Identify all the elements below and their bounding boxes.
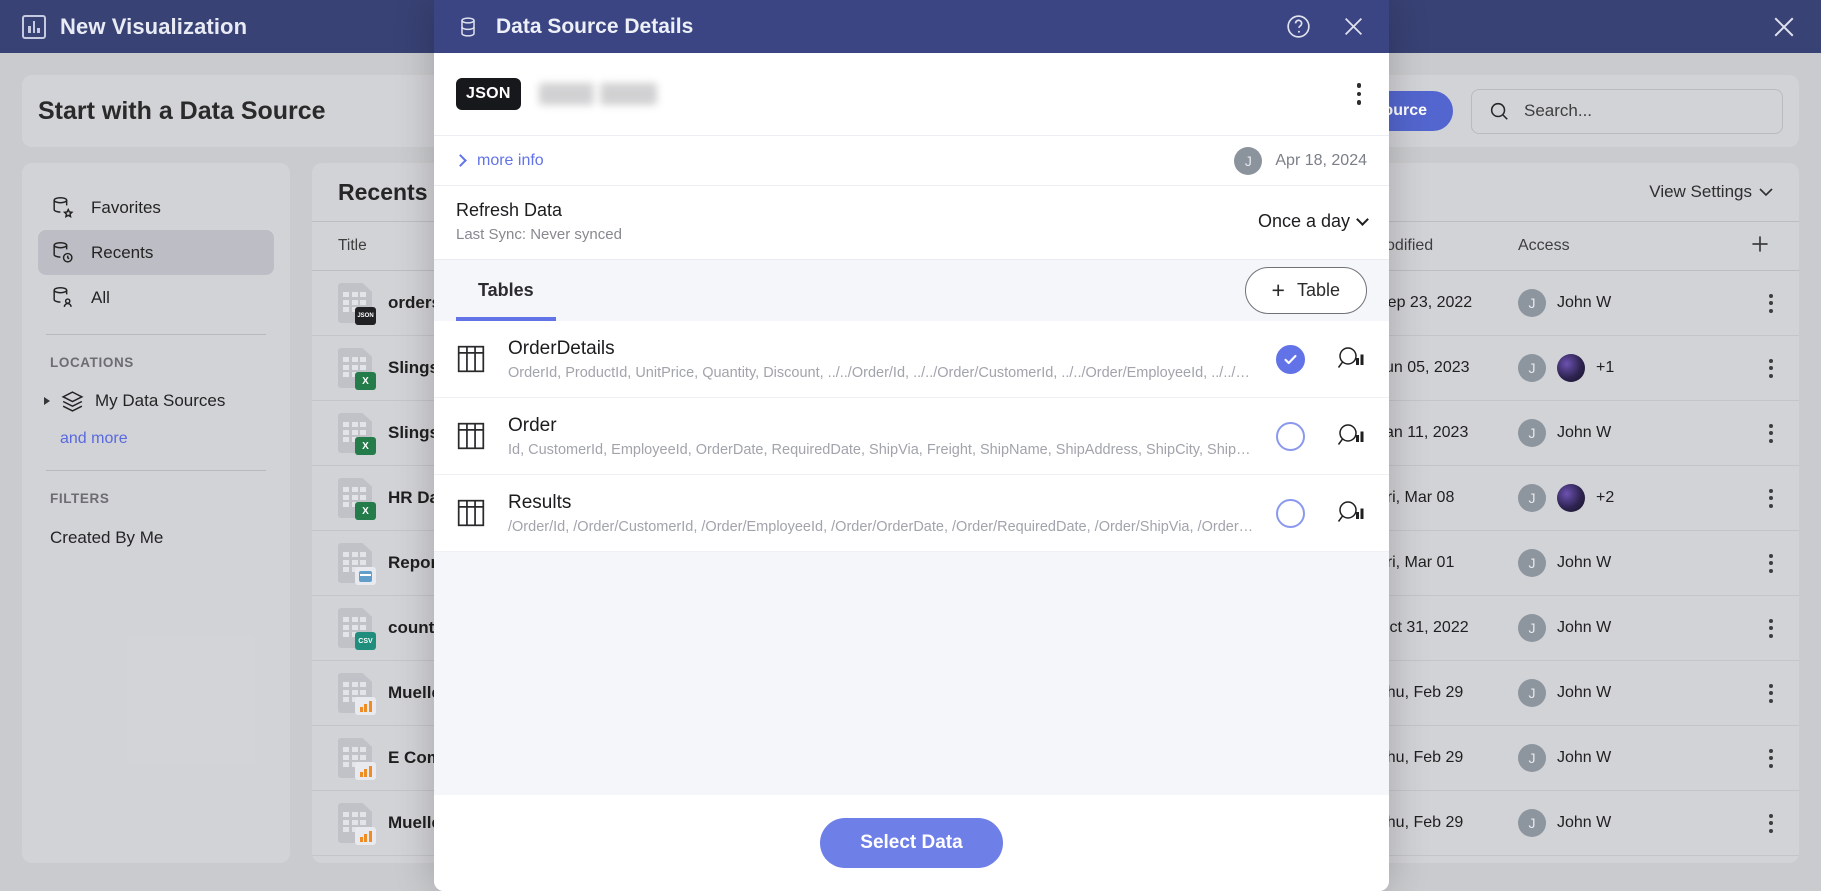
table-select-radio[interactable]: [1276, 344, 1305, 374]
more-info-row: more info J Apr 18, 2024: [434, 135, 1389, 185]
table-select-radio[interactable]: [1276, 421, 1305, 451]
data-preview-icon[interactable]: [1335, 345, 1367, 373]
avatar: J: [1234, 146, 1263, 175]
table-columns: Id, CustomerId, EmployeeId, OrderDate, R…: [508, 441, 1254, 458]
data-preview-icon[interactable]: [1335, 499, 1367, 527]
database-icon: [456, 15, 480, 39]
refresh-data-row: Refresh Data Last Sync: Never synced Onc…: [434, 185, 1389, 259]
dialog-header-actions: [1285, 13, 1367, 40]
tables-rows: OrderDetails OrderId, ProductId, UnitPri…: [434, 321, 1389, 552]
table-row[interactable]: Order Id, CustomerId, EmployeeId, OrderD…: [434, 398, 1389, 475]
add-table-label: Table: [1296, 280, 1340, 300]
application-root: New Visualization Start with a Data Sour…: [0, 0, 1821, 891]
table-name: Order: [508, 414, 557, 436]
more-info-toggle[interactable]: more info: [454, 151, 544, 170]
more-info-label: more info: [477, 151, 544, 169]
table-grid-icon: [457, 345, 485, 373]
data-preview-icon[interactable]: [1335, 422, 1367, 450]
table-name: Results: [508, 491, 572, 513]
table-row[interactable]: OrderDetails OrderId, ProductId, UnitPri…: [434, 321, 1389, 398]
format-badge: JSON: [456, 78, 521, 110]
dialog-footer: Select Data: [434, 795, 1389, 891]
data-source-menu-icon[interactable]: [1351, 77, 1368, 111]
table-columns: OrderId, ProductId, UnitPrice, Quantity,…: [508, 364, 1250, 381]
refresh-frequency-value: Once a day: [1257, 211, 1350, 231]
table-grid-icon: [457, 422, 485, 450]
created-date: Apr 18, 2024: [1275, 151, 1367, 169]
data-source-summary: JSON: [434, 53, 1389, 135]
table-info: Results /Order/Id, /Order/CustomerId, /O…: [508, 492, 1254, 535]
table-select-radio[interactable]: [1276, 498, 1305, 528]
table-name: OrderDetails: [508, 337, 615, 359]
table-row[interactable]: Results /Order/Id, /Order/CustomerId, /O…: [434, 475, 1389, 552]
last-sync-status: Last Sync: Never synced: [456, 226, 622, 243]
add-table-button[interactable]: + Table: [1244, 267, 1367, 314]
table-info: OrderDetails OrderId, ProductId, UnitPri…: [508, 338, 1254, 381]
table-columns: /Order/Id, /Order/CustomerId, /Order/Emp…: [508, 518, 1254, 535]
dialog-tabs: Tables + Table: [434, 259, 1389, 321]
owner-and-date: J Apr 18, 2024: [1234, 146, 1367, 175]
tab-tables[interactable]: Tables: [456, 260, 556, 321]
plus-icon: +: [1271, 277, 1285, 303]
chevron-down-icon: [1356, 212, 1369, 226]
dialog-title: Data Source Details: [496, 14, 694, 38]
check-icon: [1284, 354, 1297, 364]
tables-list-empty-area: [434, 552, 1389, 795]
table-info: Order Id, CustomerId, EmployeeId, OrderD…: [508, 415, 1254, 458]
data-source-details-dialog: Data Source Details JSON more info J Apr…: [434, 0, 1389, 891]
table-grid-icon: [457, 499, 485, 527]
close-icon[interactable]: [1340, 13, 1367, 40]
chevron-right-icon: [454, 154, 467, 167]
help-icon[interactable]: [1285, 13, 1312, 40]
refresh-frequency-select[interactable]: Once a day: [1257, 211, 1369, 232]
data-source-name-redacted: [538, 83, 657, 105]
refresh-text-block: Refresh Data Last Sync: Never synced: [456, 200, 622, 243]
refresh-data-title: Refresh Data: [456, 200, 563, 220]
select-data-button[interactable]: Select Data: [820, 818, 1003, 868]
tables-list: OrderDetails OrderId, ProductId, UnitPri…: [434, 321, 1389, 795]
dialog-header: Data Source Details: [434, 0, 1389, 53]
